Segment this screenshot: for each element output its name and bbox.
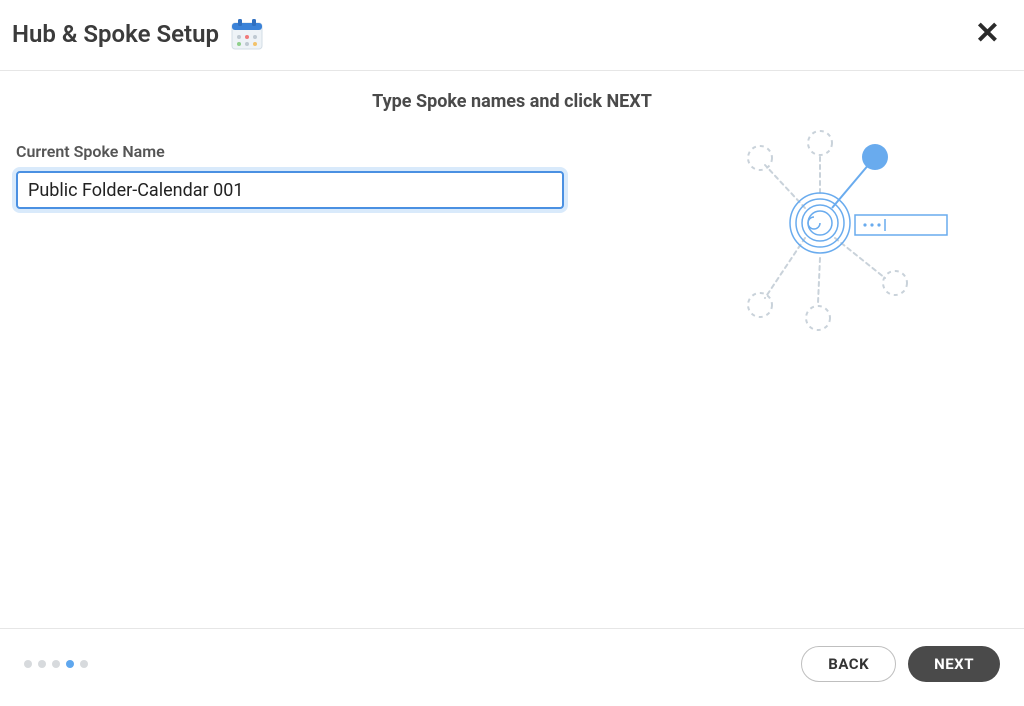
spoke-name-label: Current Spoke Name bbox=[16, 142, 576, 161]
page-title: Hub & Spoke Setup bbox=[12, 20, 219, 48]
spoke-name-field-group: Current Spoke Name bbox=[16, 142, 576, 209]
close-icon[interactable]: ✕ bbox=[969, 17, 1006, 51]
spoke-name-input[interactable] bbox=[16, 171, 564, 209]
footer-buttons: BACK NEXT bbox=[801, 646, 1000, 682]
progress-dot-active bbox=[66, 660, 74, 668]
progress-dots bbox=[24, 660, 88, 668]
main-content: Type Spoke names and click NEXT Current … bbox=[0, 71, 1024, 629]
progress-dot bbox=[38, 660, 46, 668]
back-button[interactable]: BACK bbox=[801, 646, 896, 682]
header-left: Hub & Spoke Setup bbox=[12, 16, 265, 52]
calendar-icon bbox=[229, 16, 265, 52]
next-button[interactable]: NEXT bbox=[908, 646, 1000, 682]
progress-dot bbox=[52, 660, 60, 668]
dialog-header: Hub & Spoke Setup ✕ bbox=[0, 0, 1024, 71]
progress-dot bbox=[24, 660, 32, 668]
progress-dot bbox=[80, 660, 88, 668]
dialog-footer: BACK NEXT bbox=[0, 628, 1024, 698]
hub-spoke-illustration bbox=[720, 123, 960, 343]
